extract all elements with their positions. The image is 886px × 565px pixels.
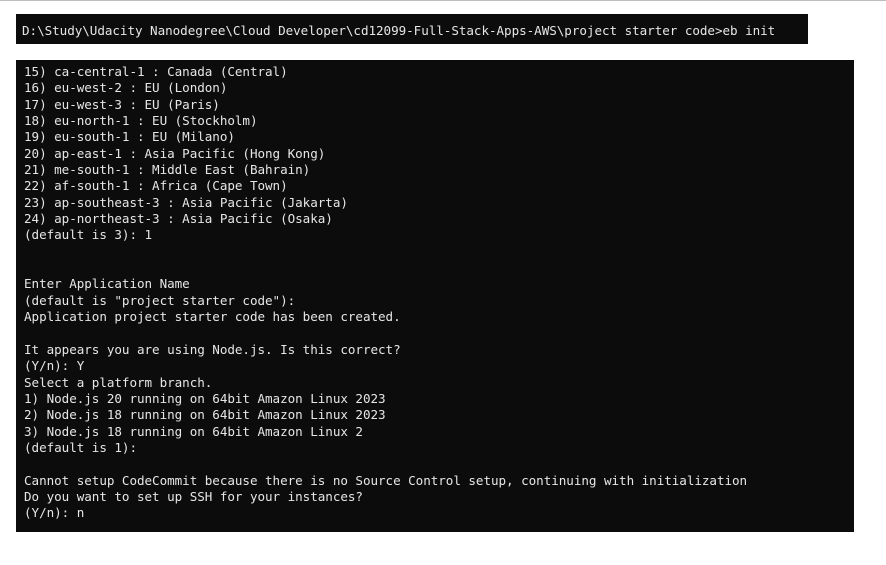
terminal-output-line: Cannot setup CodeCommit because there is… — [24, 472, 748, 488]
terminal-output-line: 23) ap-southeast-3 : Asia Pacific (Jakar… — [24, 194, 348, 210]
terminal-output-line: 1) Node.js 20 running on 64bit Amazon Li… — [24, 390, 386, 406]
terminal-output-line: 17) eu-west-3 : EU (Paris) — [24, 96, 220, 112]
terminal-output-line: 15) ca-central-1 : Canada (Central) — [24, 64, 288, 79]
terminal-output-line: 21) me-south-1 : Middle East (Bahrain) — [24, 162, 311, 178]
terminal-output-line: (default is "project starter code"): — [24, 292, 296, 308]
terminal-output-line: 19) eu-south-1 : EU (Milano) — [24, 129, 235, 145]
command-terminal-snippet: ▔▔ ▔▔▔ D:\Study\Udacity Nanodegree\Cloud… — [16, 14, 808, 44]
terminal-output-line: 16) eu-west-2 : EU (London) — [24, 80, 228, 96]
clipped-previous-line: ▔▔ ▔▔▔ — [24, 14, 68, 21]
terminal-output-line: (Y/n): Y — [24, 358, 85, 374]
terminal-output-line: (default is 3): 1 — [24, 227, 153, 243]
terminal-output-line: Application project starter code has bee… — [24, 309, 401, 325]
terminal-output-lines: 15) ca-central-1 : Canada (Central) 16) e… — [24, 64, 747, 522]
terminal-output-line: Select a platform branch. — [24, 374, 213, 390]
terminal-output-window: 15) ca-central-1 : Canada (Central) 16) e… — [16, 60, 854, 532]
terminal-output-line: Do you want to set up SSH for your insta… — [24, 488, 363, 504]
terminal-output-line: 20) ap-east-1 : Asia Pacific (Hong Kong) — [24, 145, 326, 161]
terminal-output-line — [24, 244, 747, 260]
terminal-output-line: (default is 1): — [24, 439, 137, 455]
terminal-output-line: (Y/n): n — [24, 505, 85, 521]
command-line: D:\Study\Udacity Nanodegree\Cloud Develo… — [22, 23, 776, 38]
terminal-output-line: 18) eu-north-1 : EU (Stockholm) — [24, 113, 258, 129]
terminal-output-line — [24, 326, 747, 342]
terminal-output-line: It appears you are using Node.js. Is thi… — [24, 341, 401, 357]
terminal-output-line — [24, 456, 747, 472]
terminal-output-line: 22) af-south-1 : Africa (Cape Town) — [24, 178, 288, 194]
terminal-output-line: 24) ap-northeast-3 : Asia Pacific (Osaka… — [24, 211, 333, 227]
terminal-output-line: Enter Application Name — [24, 276, 190, 292]
top-divider — [0, 0, 886, 1]
terminal-output-line: 2) Node.js 18 running on 64bit Amazon Li… — [24, 407, 386, 423]
terminal-output-line: 3) Node.js 18 running on 64bit Amazon Li… — [24, 423, 363, 439]
terminal-output-line — [24, 260, 747, 276]
